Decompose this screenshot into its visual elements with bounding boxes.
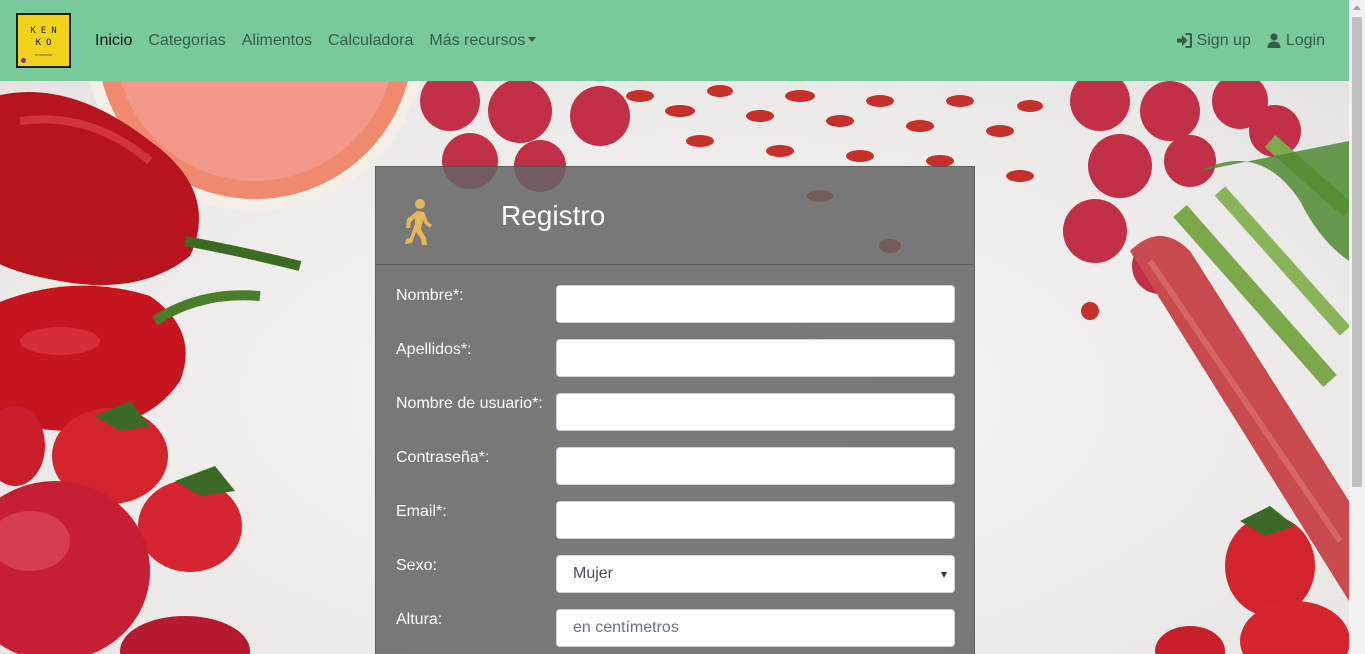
user-icon [1267,33,1281,48]
form-row-nombre: Nombre*: [396,285,956,323]
login-label: Login [1285,31,1325,49]
caret-down-icon [528,36,537,42]
nav-dropdown-mas-recursos[interactable]: Más recursos [429,31,537,50]
walking-person-icon [405,199,432,245]
card-title: Registro [501,200,606,231]
nav-link-inicio[interactable]: Inicio [95,32,132,50]
sign-in-icon [1176,33,1192,48]
logo-dot-icon [21,58,26,63]
form-row-apellidos: Apellidos*: [396,339,956,377]
signup-label: Sign up [1196,31,1251,49]
contrasena-input[interactable] [556,447,955,485]
usuario-input[interactable] [556,393,955,431]
altura-input[interactable]: en centímetros [556,609,955,647]
nav-links: Inicio Categorias Alimentos Calculadora … [95,0,552,81]
select-arrow-icon [941,572,947,578]
usuario-label: Nombre de usuario*: [396,395,543,412]
form-row-contrasena: Contraseña*: [396,447,956,485]
apellidos-label: Apellidos*: [396,341,472,358]
email-label: Email*: [396,503,447,520]
login-link[interactable]: Login [1267,32,1325,50]
form-row-altura: Altura: en centímetros [396,609,956,647]
nav-link-alimentos[interactable]: Alimentos [242,32,312,50]
logo-caption: NUTRICIÓN [35,52,52,57]
sexo-select[interactable]: Mujer [556,555,955,593]
altura-label: Altura: [396,611,443,628]
form-row-usuario: Nombre de usuario*: [396,393,956,431]
signup-link[interactable]: Sign up [1176,32,1251,50]
nombre-input[interactable] [556,285,955,323]
sexo-label: Sexo: [396,557,437,574]
logo-line-1: KEN [30,25,62,36]
top-navbar: KEN KO NUTRICIÓN Inicio Categorias Alime… [0,0,1349,81]
nav-auth-links: Sign up Login [1160,0,1325,81]
scroll-up-arrow-icon[interactable] [1353,5,1361,10]
registration-card: Registro Nombre*: Apellidos*: Nombre de … [375,166,975,654]
nombre-label: Nombre*: [396,287,464,304]
nav-link-calculadora[interactable]: Calculadora [328,32,413,50]
kenko-logo[interactable]: KEN KO NUTRICIÓN [16,13,71,68]
scrollbar-thumb[interactable] [1352,17,1362,487]
form-row-email: Email*: [396,501,956,539]
nav-link-categorias[interactable]: Categorias [148,32,225,50]
form-row-sexo: Sexo: Mujer [396,555,956,593]
page-scrollbar[interactable] [1349,0,1365,654]
nav-dropdown-label: Más recursos [429,31,526,49]
contrasena-label: Contraseña*: [396,449,490,466]
apellidos-input[interactable] [556,339,955,377]
email-input[interactable] [556,501,955,539]
logo-line-2: KO [35,37,57,48]
sexo-selected-value: Mujer [573,565,614,582]
card-header: Registro [376,167,974,265]
